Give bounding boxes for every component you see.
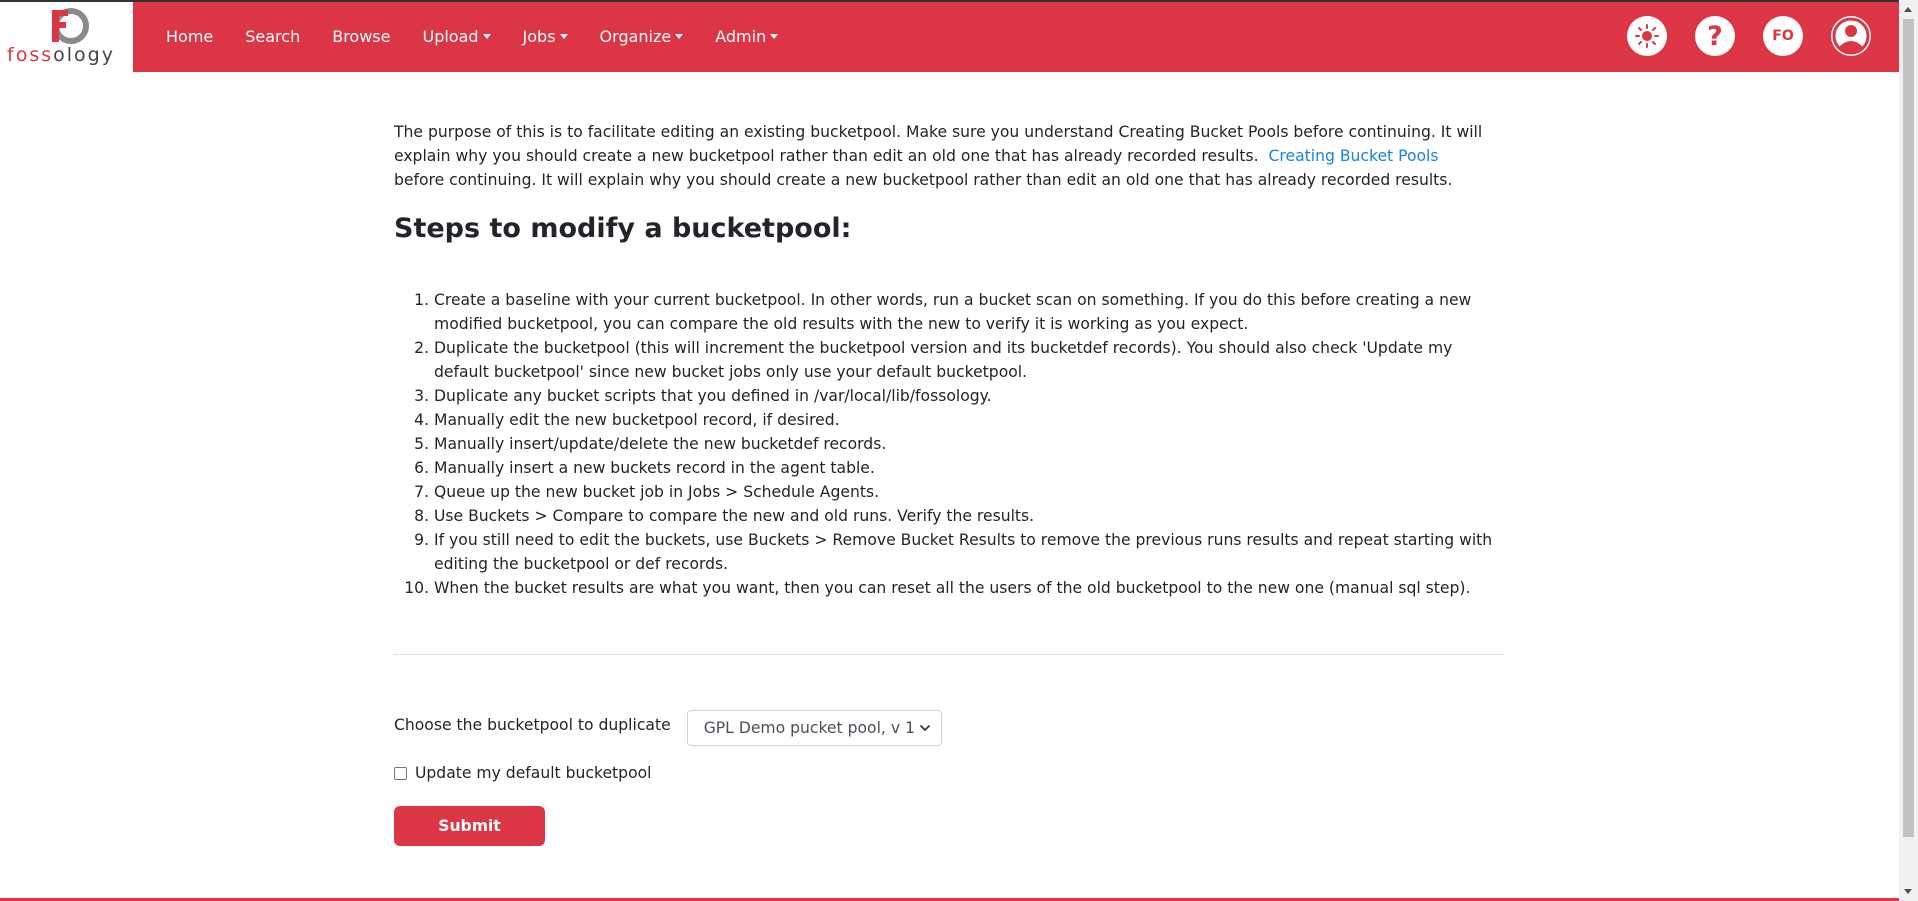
page: fossology Home Search Browse Upload Jobs…	[0, 0, 1918, 901]
user-initials: FO	[1772, 28, 1794, 44]
step-item: If you still need to edit the buckets, u…	[434, 528, 1504, 576]
step-item: Create a baseline with your current buck…	[434, 288, 1504, 336]
logo-wordmark-prefix: foss	[7, 44, 54, 66]
fossology-logo-mark-icon	[52, 8, 89, 44]
sun-icon	[1635, 24, 1659, 48]
step-item: Manually insert/update/delete the new bu…	[434, 432, 1504, 456]
nav-upload-label: Upload	[422, 26, 479, 46]
step-item: Duplicate the bucketpool (this will incr…	[434, 336, 1504, 384]
steps-list: Create a baseline with your current buck…	[394, 288, 1504, 600]
update-default-bucketpool-label[interactable]: Update my default bucketpool	[415, 764, 651, 782]
section-divider	[394, 654, 1504, 655]
caret-down-icon	[675, 33, 684, 39]
vertical-scrollbar[interactable]	[1899, 0, 1918, 901]
nav-admin-label: Admin	[715, 26, 767, 46]
page-heading: Steps to modify a bucketpool:	[394, 213, 852, 244]
chevron-down-icon	[919, 725, 930, 731]
nav-links: Home Search Browse Upload Jobs Organize …	[150, 0, 794, 72]
nav-home[interactable]: Home	[150, 27, 229, 46]
caret-down-icon	[559, 33, 568, 39]
theme-toggle-button[interactable]	[1627, 16, 1667, 56]
bucketpool-selected-value: GPL Demo pucket pool, v 1	[703, 719, 915, 737]
logo-wordmark-suffix: ology	[53, 44, 115, 66]
top-navbar: fossology Home Search Browse Upload Jobs…	[0, 0, 1899, 72]
default-bucketpool-row: Update my default bucketpool	[394, 764, 1504, 782]
bucketpool-select-row: Choose the bucketpool to duplicate GPL D…	[394, 703, 1504, 746]
step-item: Use Buckets > Compare to compare the new…	[434, 504, 1504, 528]
bucketpool-select-label: Choose the bucketpool to duplicate	[394, 715, 671, 734]
step-item: Manually edit the new bucketpool record,…	[434, 408, 1504, 432]
nav-jobs-dropdown[interactable]: Jobs	[507, 27, 584, 46]
window-top-border	[0, 0, 1899, 2]
nav-upload-dropdown[interactable]: Upload	[406, 27, 506, 46]
nav-icons: ? FO	[1627, 0, 1899, 72]
user-menu-button[interactable]	[1831, 16, 1871, 56]
main-content: The purpose of this is to facilitate edi…	[394, 120, 1504, 846]
step-item: Duplicate any bucket scripts that you de…	[434, 384, 1504, 408]
step-item: Manually insert a new buckets record in …	[434, 456, 1504, 480]
nav-browse[interactable]: Browse	[316, 27, 406, 46]
intro-paragraph: The purpose of this is to facilitate edi…	[394, 120, 1504, 192]
step-item: When the bucket results are what you wan…	[434, 576, 1504, 600]
fossology-logo[interactable]: fossology	[0, 0, 133, 72]
bucketpool-select[interactable]: GPL Demo pucket pool, v 1	[686, 710, 942, 746]
scroll-down-arrow-icon[interactable]	[1904, 889, 1912, 894]
user-avatar-icon	[1832, 17, 1870, 55]
nav-admin-dropdown[interactable]: Admin	[699, 27, 794, 46]
intro-text-2: before continuing. It will explain why y…	[394, 171, 1453, 189]
creating-bucket-pools-link[interactable]: Creating Bucket Pools	[1269, 147, 1439, 165]
step-item: Queue up the new bucket job in Jobs > Sc…	[434, 480, 1504, 504]
update-default-bucketpool-checkbox[interactable]	[394, 766, 407, 780]
nav-jobs-label: Jobs	[522, 26, 556, 46]
scrollbar-thumb[interactable]	[1903, 19, 1914, 837]
help-button[interactable]: ?	[1695, 16, 1735, 56]
submit-button[interactable]: Submit	[394, 806, 545, 846]
nav-search[interactable]: Search	[229, 27, 316, 46]
nav-organize-label: Organize	[599, 26, 672, 46]
logo-wordmark: fossology	[7, 44, 115, 66]
nav-organize-dropdown[interactable]: Organize	[584, 27, 700, 46]
user-initials-badge[interactable]: FO	[1763, 16, 1803, 56]
help-icon: ?	[1707, 20, 1723, 52]
scroll-up-arrow-icon[interactable]	[1904, 7, 1912, 12]
caret-down-icon	[482, 33, 491, 39]
caret-down-icon	[770, 33, 779, 39]
